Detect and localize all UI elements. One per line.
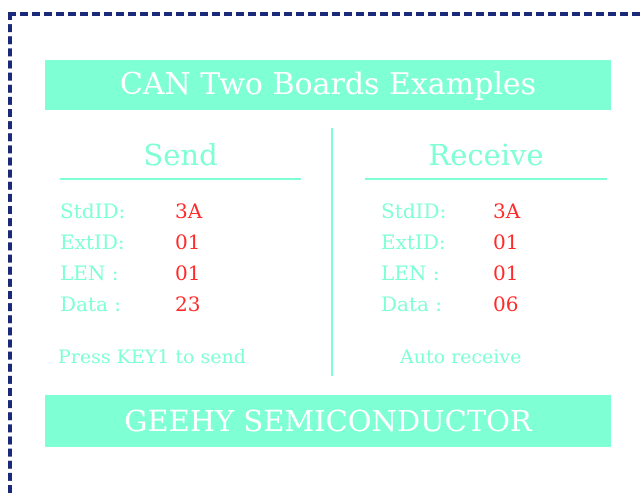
receive-heading: Receive xyxy=(428,138,544,172)
receive-stdid-label: StdID: xyxy=(381,199,447,223)
send-heading: Send xyxy=(143,138,218,172)
receive-stdid-value: 3A xyxy=(493,199,521,223)
send-stdid-value: 3A xyxy=(175,199,203,223)
dashed-border-top xyxy=(8,12,640,16)
receive-hint: Auto receive xyxy=(400,346,522,368)
send-underline xyxy=(60,178,301,180)
receive-underline xyxy=(365,178,607,180)
send-data-value: 23 xyxy=(175,292,201,316)
receive-data-label: Data : xyxy=(381,292,443,316)
title-banner: CAN Two Boards Examples xyxy=(45,60,611,110)
send-data-label: Data : xyxy=(60,292,122,316)
send-len-label: LEN : xyxy=(60,261,119,285)
receive-len-label: LEN : xyxy=(381,261,440,285)
receive-data-value: 06 xyxy=(493,292,519,316)
send-stdid-label: StdID: xyxy=(60,199,126,223)
receive-extid-label: ExtID: xyxy=(381,230,446,254)
footer-banner: GEEHY SEMICONDUCTOR xyxy=(45,395,611,447)
send-extid-value: 01 xyxy=(175,230,201,254)
send-extid-label: ExtID: xyxy=(60,230,125,254)
send-len-value: 01 xyxy=(175,261,201,285)
receive-extid-value: 01 xyxy=(493,230,519,254)
column-divider xyxy=(331,128,333,376)
receive-len-value: 01 xyxy=(493,261,519,285)
send-hint: Press KEY1 to send xyxy=(58,346,246,368)
dashed-border-left xyxy=(8,12,12,493)
